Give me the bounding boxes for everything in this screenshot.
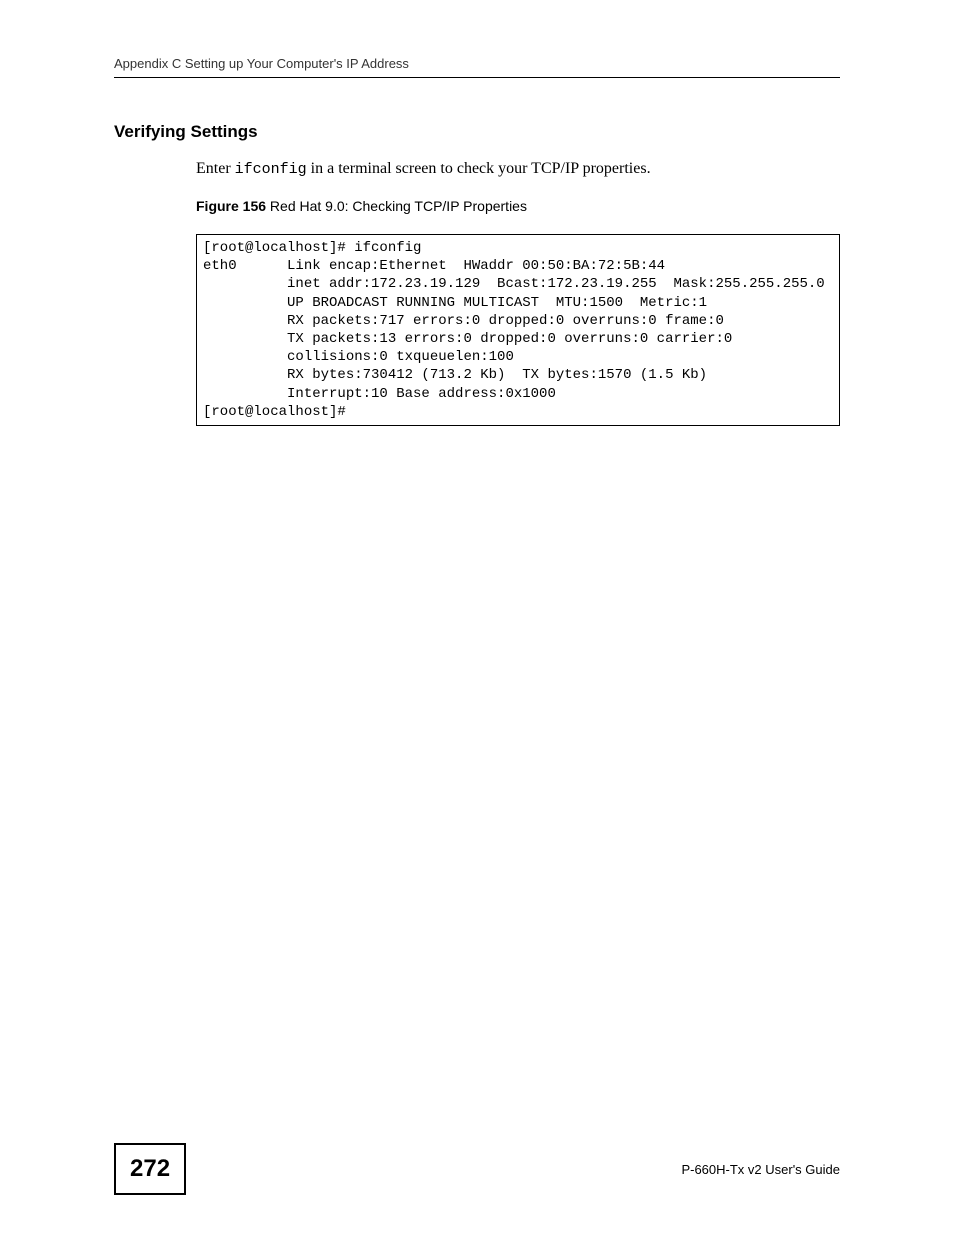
page-number: 272 xyxy=(114,1143,186,1195)
body-text-prefix: Enter xyxy=(196,160,235,177)
figure-caption: Figure 156 Red Hat 9.0: Checking TCP/IP … xyxy=(196,198,840,214)
terminal-output: [root@localhost]# ifconfig eth0 Link enc… xyxy=(196,234,840,426)
body-paragraph: Enter ifconfig in a terminal screen to c… xyxy=(196,160,840,178)
footer-guide-text: P-660H-Tx v2 User's Guide xyxy=(681,1162,840,1177)
figure-caption-text: Red Hat 9.0: Checking TCP/IP Properties xyxy=(266,198,527,214)
inline-command: ifconfig xyxy=(235,161,307,178)
body-text-suffix: in a terminal screen to check your TCP/I… xyxy=(307,160,651,177)
page-header: Appendix C Setting up Your Computer's IP… xyxy=(114,56,840,78)
section-heading: Verifying Settings xyxy=(114,122,840,142)
figure-label: Figure 156 xyxy=(196,198,266,214)
page-footer: 272 P-660H-Tx v2 User's Guide xyxy=(0,1143,954,1195)
